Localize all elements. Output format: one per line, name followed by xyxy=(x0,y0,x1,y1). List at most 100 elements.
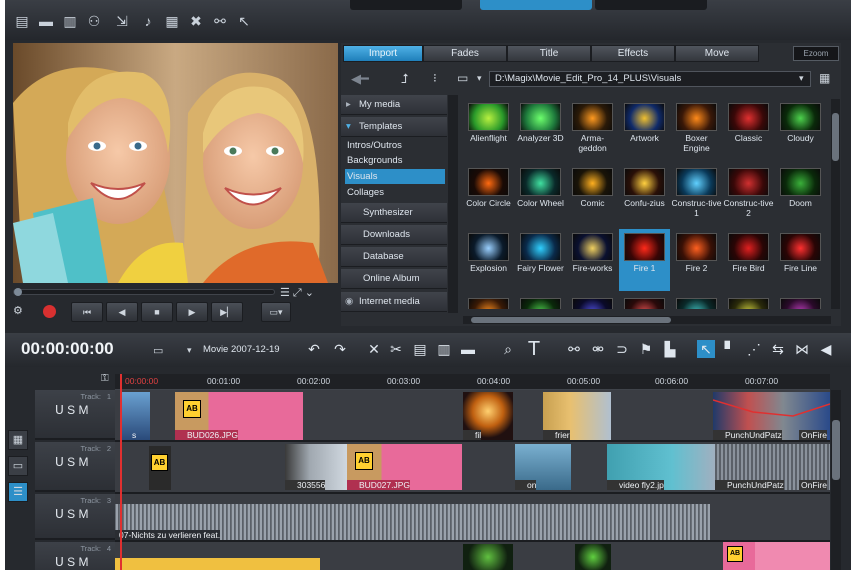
visual-template-item[interactable]: Fire 2 xyxy=(671,229,722,291)
tab-move[interactable]: Move xyxy=(675,45,759,62)
zoom-icon[interactable]: ⌕ xyxy=(499,340,517,358)
record-button[interactable] xyxy=(43,305,56,318)
nav-synthesizer[interactable]: Synthesizer xyxy=(341,203,447,223)
visual-template-item[interactable]: Fire-works xyxy=(567,229,618,291)
stretch-mode-icon[interactable]: ⇆ xyxy=(769,340,787,358)
mode-tab-import[interactable] xyxy=(350,0,462,10)
nav-online-album[interactable]: Online Album xyxy=(341,269,447,289)
track-header-3[interactable]: Track: 3 ᑌ S M xyxy=(35,494,115,540)
track-header-4[interactable]: Track: 4 ᑌ S M xyxy=(35,542,115,570)
visual-template-item[interactable] xyxy=(463,294,514,309)
visual-template-item[interactable]: Fire Line xyxy=(775,229,825,291)
cursor-mode-icon[interactable]: ✖ xyxy=(187,12,205,30)
timeline-scrollbar-thumb[interactable] xyxy=(832,420,840,480)
export-icon[interactable]: ⇲ xyxy=(113,12,131,30)
new-file-icon[interactable]: ▤ xyxy=(13,12,31,30)
text-tool-icon[interactable]: T xyxy=(525,339,543,359)
video-clip[interactable]: on xyxy=(515,444,571,490)
music-icon[interactable]: ♪ xyxy=(139,12,157,30)
photo-clip[interactable]: AB BUD027.JPG xyxy=(347,444,462,490)
undo-icon[interactable]: ↶ xyxy=(305,340,323,358)
nav-collages[interactable]: Collages xyxy=(345,185,445,200)
track-header-2[interactable]: Track: 2 ᑌ S M xyxy=(35,442,115,492)
video-clip[interactable]: PunchUndPatz OnFire xyxy=(713,392,830,440)
mode-tab-burn[interactable] xyxy=(595,0,707,10)
timeline-view-icon[interactable]: ☰ xyxy=(8,482,28,502)
visual-template-item[interactable] xyxy=(671,294,722,309)
playhead[interactable] xyxy=(120,374,122,570)
curve-mode-icon[interactable]: ⋰ xyxy=(745,340,763,358)
tab-effects[interactable]: Effects xyxy=(591,45,675,62)
paste-icon[interactable]: ▥ xyxy=(435,340,453,358)
visuals-horizontal-scrollbar[interactable] xyxy=(463,316,831,324)
film-icon[interactable]: ▦ xyxy=(163,12,181,30)
video-clip[interactable]: frier xyxy=(543,392,611,440)
path-history-icon[interactable]: ▾ xyxy=(799,73,804,84)
mode-tab-edit[interactable] xyxy=(480,0,592,10)
visual-template-item[interactable] xyxy=(619,294,670,309)
title-clip[interactable] xyxy=(115,558,320,570)
video-clip[interactable]: video fly2.jp xyxy=(607,444,715,490)
track-controls[interactable]: ᑌ S M xyxy=(55,555,88,569)
storyboard-view-icon[interactable]: ▦ xyxy=(8,430,28,450)
computer-icon[interactable]: ▭ xyxy=(457,71,468,85)
visual-template-item[interactable]: Classic xyxy=(723,99,774,161)
up-folder-icon[interactable]: ⮥ xyxy=(401,71,409,87)
title-clip[interactable]: AB xyxy=(149,446,171,490)
path-dropdown-icon[interactable]: ▾ xyxy=(477,73,482,84)
visual-template-item[interactable]: Fire Bird xyxy=(723,229,774,291)
video-clip[interactable]: 303556 xyxy=(285,444,347,490)
video-clip[interactable]: s xyxy=(120,392,150,440)
nav-my-media[interactable]: ▸ My media xyxy=(341,95,447,115)
visual-template-item[interactable]: Construc-tive 1 xyxy=(671,164,722,226)
visual-template-item[interactable]: Explosion xyxy=(463,229,514,291)
rewind-button[interactable]: ◀ xyxy=(106,302,138,322)
visual-template-item[interactable] xyxy=(515,294,566,309)
link-clips-icon[interactable]: ⊃ xyxy=(613,340,631,358)
go-start-button[interactable]: ⏮ xyxy=(71,302,103,322)
movie-selector[interactable]: Movie 2007-12-19 xyxy=(203,344,280,355)
nav-backgrounds[interactable]: Backgrounds xyxy=(345,153,445,168)
marker-icon[interactable]: ⚑ xyxy=(637,340,655,358)
visual-template-item[interactable]: Alienflight xyxy=(463,99,514,161)
visual-template-item[interactable]: Doom xyxy=(775,164,825,226)
video-clip[interactable]: PunchUndPatz OnFire xyxy=(715,444,830,490)
timeline-ruler[interactable]: 00:00:00 00:01:00 00:02:00 00:03:00 00:0… xyxy=(115,374,830,390)
navigation-scrollbar[interactable] xyxy=(448,95,458,313)
nav-database[interactable]: Database xyxy=(341,247,447,267)
split-mode-icon[interactable]: ▘ xyxy=(721,340,739,358)
tree-view-icon[interactable]: ⁝ xyxy=(433,71,437,85)
back-arrow-icon[interactable]: ◀━ xyxy=(351,71,369,87)
playback-mode-button[interactable]: ▭▾ xyxy=(261,302,291,322)
video-clip[interactable]: fil xyxy=(463,392,513,440)
play-button[interactable]: ▶ xyxy=(176,302,208,322)
record-options-icon[interactable]: ⚙ xyxy=(13,304,23,317)
visual-template-item[interactable]: Construc-tive 2 xyxy=(723,164,774,226)
delete-icon[interactable]: ✕ xyxy=(365,340,383,358)
visual-template-item[interactable]: Fairy Flower xyxy=(515,229,566,291)
go-end-button[interactable]: ▶▏ xyxy=(211,302,243,322)
preview-scrubber[interactable] xyxy=(13,288,275,296)
nav-visuals[interactable]: Visuals xyxy=(345,169,445,184)
open-folder-icon[interactable]: ▬ xyxy=(37,12,55,30)
timeline-vertical-scrollbar[interactable] xyxy=(831,390,841,570)
visual-template-item[interactable] xyxy=(723,294,774,309)
mix-mode-icon[interactable]: ⋈ xyxy=(793,340,811,358)
visual-template-item[interactable]: Confu-zius xyxy=(619,164,670,226)
visual-template-item[interactable]: Analyzer 3D xyxy=(515,99,566,161)
redo-icon[interactable]: ↷ xyxy=(331,340,349,358)
track-header-1[interactable]: Track: 1 ᑌ S M xyxy=(35,390,115,440)
visual-template-item[interactable]: Artwork xyxy=(619,99,670,161)
horizontal-scrollbar-thumb[interactable] xyxy=(471,317,671,323)
visual-template-item[interactable] xyxy=(567,294,618,309)
scrubber-handle[interactable] xyxy=(14,288,22,296)
nav-templates[interactable]: ▾ Templates xyxy=(341,117,447,137)
visual-template-item[interactable]: Cloudy xyxy=(775,99,825,161)
audio-clip[interactable]: 07-Nichts zu verlieren feat. xyxy=(115,504,710,540)
chapter-icon[interactable]: ▙ xyxy=(661,340,679,358)
video-clip[interactable] xyxy=(575,544,611,570)
visual-template-item[interactable]: Comic xyxy=(567,164,618,226)
path-field[interactable]: D:\Magix\Movie_Edit_Pro_14_PLUS\Visuals xyxy=(489,71,811,87)
cut-icon[interactable]: ✂ xyxy=(387,340,405,358)
photo-clip[interactable]: AB BUD026.JPG xyxy=(175,392,303,440)
